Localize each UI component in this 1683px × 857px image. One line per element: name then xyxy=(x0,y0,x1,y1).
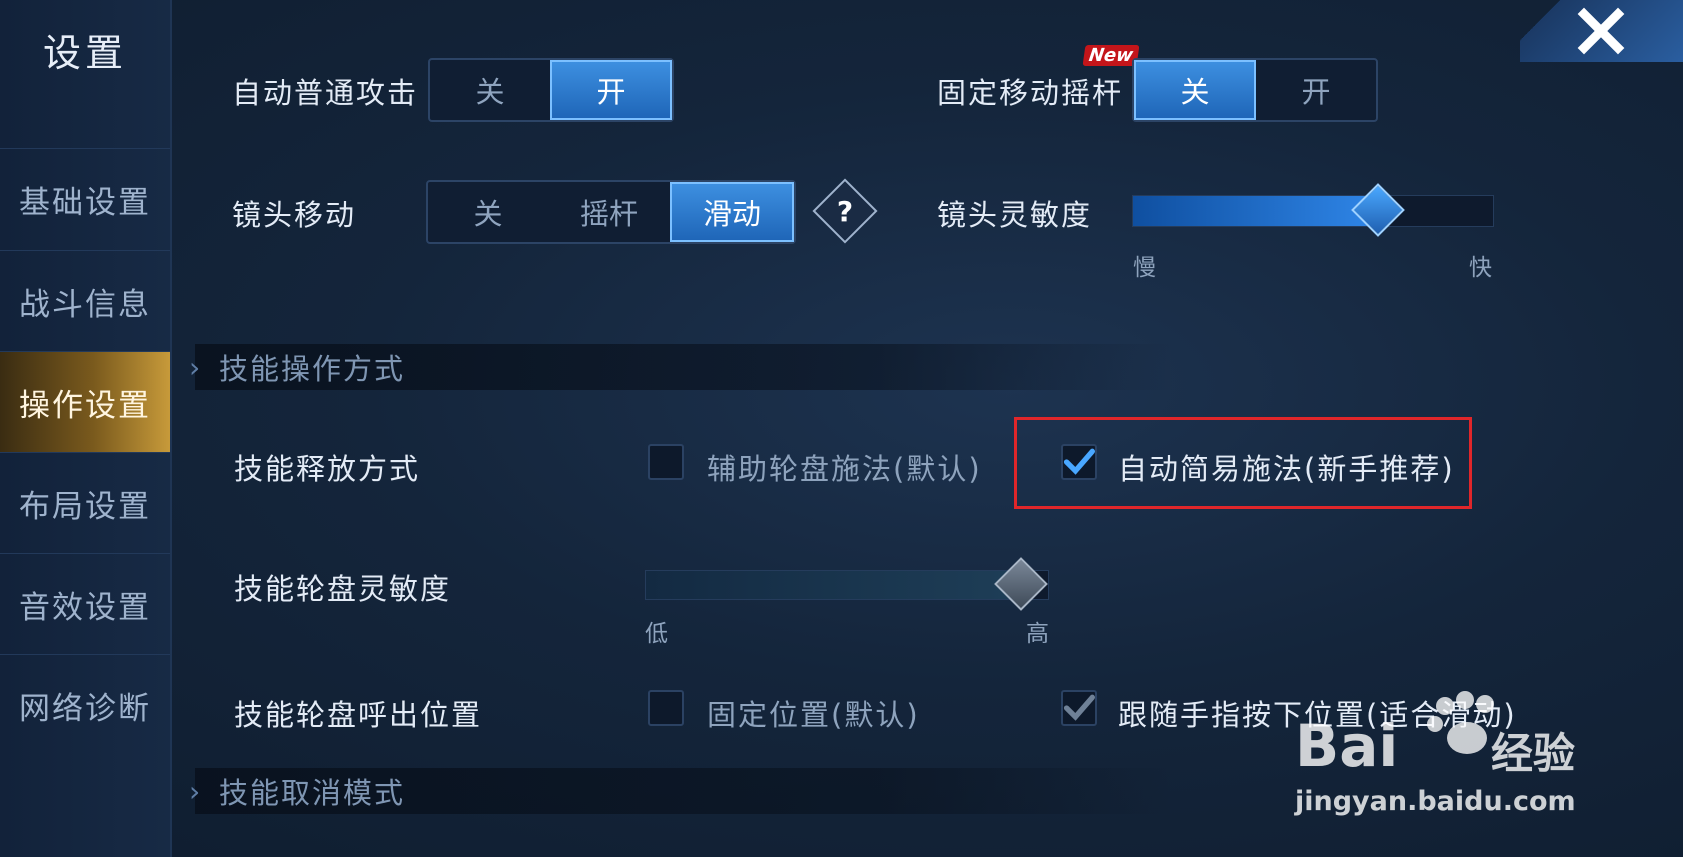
camera-sensitivity-max: 快 xyxy=(1469,255,1492,281)
camera-sensitivity-min: 慢 xyxy=(1133,255,1156,281)
close-button[interactable] xyxy=(1520,0,1683,62)
section-title: 技能取消模式 xyxy=(219,776,406,810)
wheel-sensitivity-max: 高 xyxy=(1026,621,1049,647)
wheel-position-label: 技能轮盘呼出位置 xyxy=(234,698,483,732)
help-button[interactable]: ? xyxy=(812,178,878,244)
wheel-sensitivity-slider[interactable] xyxy=(645,570,1049,600)
checkmark-icon xyxy=(1063,694,1095,721)
auto-attack-off-option[interactable]: 关 xyxy=(430,60,550,120)
chevron-right-icon: › xyxy=(189,774,201,808)
camera-move-off-option[interactable]: 关 xyxy=(428,182,548,242)
camera-move-joystick-option[interactable]: 摇杆 xyxy=(548,182,670,242)
camera-sensitivity-label: 镜头灵敏度 xyxy=(937,198,1093,232)
chevron-right-icon: › xyxy=(189,350,201,384)
auto-simple-checkbox[interactable] xyxy=(1061,444,1097,480)
fixed-joystick-off-option[interactable]: 关 xyxy=(1134,60,1256,120)
watermark-brand-cn: 经验 xyxy=(1491,729,1576,778)
sidebar-item-sound[interactable]: 音效设置 xyxy=(0,553,170,654)
sidebar-item-controls[interactable]: 操作设置 xyxy=(0,351,170,452)
camera-sensitivity-slider[interactable] xyxy=(1132,195,1494,227)
help-icon: ? xyxy=(836,194,854,228)
camera-move-toggle: 关 摇杆 滑动 xyxy=(426,180,796,244)
wheel-sensitivity-label: 技能轮盘灵敏度 xyxy=(234,572,452,606)
fixed-joystick-toggle: 关 开 xyxy=(1132,58,1378,122)
camera-sensitivity-handle[interactable] xyxy=(1351,183,1406,237)
camera-sensitivity-fill xyxy=(1133,196,1380,226)
auto-attack-label: 自动普通攻击 xyxy=(232,76,419,110)
auto-simple-label[interactable]: 自动简易施法(新手推荐) xyxy=(1118,446,1455,488)
camera-move-swipe-option[interactable]: 滑动 xyxy=(670,182,794,242)
skill-cancel-section: › 技能取消模式 xyxy=(189,768,1175,814)
watermark-brand: Bai xyxy=(1295,712,1399,780)
sidebar-title: 设置 xyxy=(42,31,127,75)
checkmark-icon xyxy=(1063,448,1095,475)
sidebar-item-battle-info[interactable]: 战斗信息 xyxy=(0,250,170,351)
auto-attack-toggle: 关 开 xyxy=(428,58,674,122)
fixed-position-label[interactable]: 固定位置(默认) xyxy=(707,692,920,734)
wheel-sensitivity-handle[interactable] xyxy=(993,557,1048,611)
fixed-joystick-label: 固定移动摇杆 xyxy=(937,76,1124,110)
watermark-url: jingyan.baidu.com xyxy=(1295,786,1576,817)
skill-release-label: 技能释放方式 xyxy=(234,452,421,486)
fixed-position-checkbox[interactable] xyxy=(648,690,684,726)
auto-attack-on-option[interactable]: 开 xyxy=(550,60,672,120)
assisted-wheel-checkbox[interactable] xyxy=(648,444,684,480)
fixed-joystick-on-option[interactable]: 开 xyxy=(1256,60,1376,120)
close-icon xyxy=(1577,7,1625,55)
sidebar-item-network[interactable]: 网络诊断 xyxy=(0,654,170,755)
sidebar-item-layout[interactable]: 布局设置 xyxy=(0,452,170,553)
skill-operation-section: › 技能操作方式 xyxy=(189,344,1175,390)
baidu-watermark: Bai 经验 jingyan.baidu.com xyxy=(1295,688,1595,828)
camera-move-label: 镜头移动 xyxy=(232,198,357,232)
new-badge: New xyxy=(1082,45,1140,66)
sidebar-item-basic[interactable]: 基础设置 xyxy=(0,148,170,249)
settings-sidebar: 设置 基础设置 战斗信息 操作设置 布局设置 音效设置 网络诊断 xyxy=(0,0,172,857)
follow-finger-checkbox[interactable] xyxy=(1061,690,1097,726)
section-title: 技能操作方式 xyxy=(219,352,406,386)
assisted-wheel-label[interactable]: 辅助轮盘施法(默认) xyxy=(707,446,982,488)
wheel-sensitivity-fill xyxy=(646,571,1022,599)
wheel-sensitivity-min: 低 xyxy=(645,621,668,647)
